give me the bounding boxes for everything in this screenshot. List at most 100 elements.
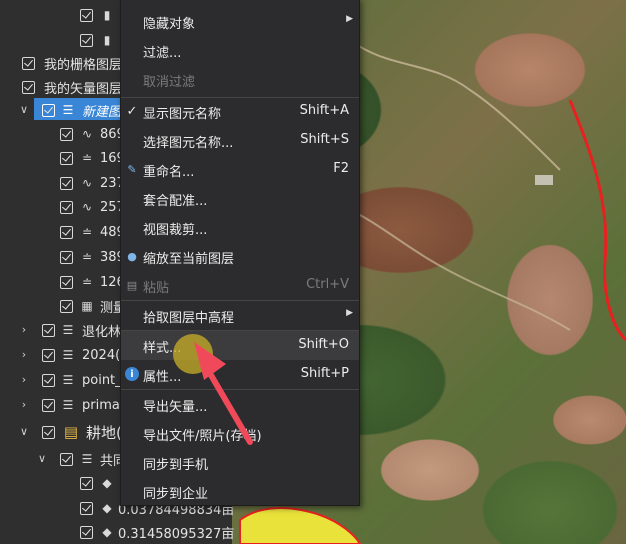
polyline-icon: ∿ (81, 200, 93, 214)
polyline-icon: ∿ (81, 176, 93, 190)
layers-icon: ☰ (62, 103, 74, 117)
layers-icon: ☰ (62, 373, 74, 387)
layer-checkbox[interactable] (60, 225, 73, 239)
menu-item-label: 选择图元名称... (143, 136, 234, 151)
menu-item-shortcut: F2 (333, 161, 349, 176)
submenu-arrow-icon: ▶ (346, 308, 353, 318)
layer-label: 我的矢量图层( (44, 81, 128, 97)
menu-item-label: 属性... (143, 370, 182, 385)
chevron-right-icon[interactable]: › (18, 349, 30, 361)
measure-icon: ▦ (81, 299, 93, 313)
menu-item-registration[interactable]: 套合配准... (121, 184, 359, 213)
info-icon: i (125, 367, 139, 381)
layer-checkbox[interactable] (60, 275, 73, 289)
menu-item-filter[interactable]: 过滤... (121, 36, 359, 65)
menu-item-label: 隐藏对象 (143, 17, 196, 32)
layer-checkbox[interactable] (60, 250, 73, 264)
menu-item-label: 拾取图层中高程 (143, 311, 235, 326)
menu-item-label: 显示图元名称 (143, 107, 222, 122)
polyline-icon: ∿ (81, 127, 93, 141)
chevron-down-icon[interactable]: ∨ (18, 104, 30, 116)
layer-checkbox[interactable] (80, 501, 93, 515)
location-pin-icon: ● (127, 249, 137, 263)
layer-checkbox[interactable] (22, 80, 35, 94)
menu-item-shortcut: Shift+S (300, 132, 349, 147)
ruler-icon: ≐ (81, 225, 93, 239)
menu-item-pick-elevation[interactable]: 拾取图层中高程 ▶ (121, 301, 359, 330)
checkmark-icon: ✓ (126, 103, 138, 119)
boundary-line[interactable] (568, 99, 626, 342)
polygon-icon: ◆ (102, 525, 112, 539)
layer-checkbox[interactable] (60, 200, 73, 214)
layer-checkbox[interactable] (42, 373, 55, 387)
menu-item-label: 视图裁剪... (143, 223, 208, 238)
menu-item-shortcut: Shift+O (298, 337, 349, 352)
menu-item-label: 同步到企业 (143, 487, 209, 502)
folder-icon: ▤ (63, 423, 79, 441)
submenu-arrow-icon: ▶ (346, 14, 353, 24)
layer-label: 新建图 (82, 104, 122, 120)
menu-item-select-names[interactable]: 选择图元名称... Shift+S (121, 126, 359, 155)
layer-label: 0.31458095327亩 (118, 526, 235, 542)
layers-icon: ☰ (62, 323, 74, 337)
menu-item-sync-phone[interactable]: 同步到手机 (121, 448, 359, 477)
layer-label: 我的栅格图层( (44, 57, 128, 73)
menu-item-shortcut: Shift+P (300, 366, 349, 381)
book-icon: ▮ (103, 8, 111, 22)
menu-item-hide-objects[interactable]: 隐藏对象 ▶ (121, 7, 359, 36)
ruler-icon: ≐ (81, 151, 93, 165)
menu-item-rename[interactable]: ✎ 重命名... F2 (121, 155, 359, 184)
menu-item-clear-filter[interactable]: 取消过滤 (121, 65, 359, 94)
menu-item-label: 缩放至当前图层 (143, 252, 235, 267)
menu-item-label: 过滤... (143, 46, 182, 61)
chevron-right-icon[interactable]: › (18, 374, 30, 386)
menu-item-sync-enterprise[interactable]: 同步到企业 (121, 477, 359, 506)
layer-label: 退化林 (82, 324, 122, 340)
layers-icon: ☰ (81, 452, 93, 466)
layer-checkbox[interactable] (42, 323, 55, 337)
road (349, 39, 561, 171)
menu-item-view-clip[interactable]: 视图裁剪... (121, 213, 359, 242)
layer-checkbox[interactable] (80, 33, 93, 47)
building (535, 175, 553, 185)
layer-checkbox[interactable] (42, 348, 55, 362)
menu-item-zoom-to-layer[interactable]: ● 缩放至当前图层 (121, 242, 359, 271)
polygon-icon: ◆ (102, 501, 112, 515)
layer-checkbox[interactable] (60, 452, 73, 466)
layer-checkbox[interactable] (80, 476, 93, 490)
layers-icon: ☰ (62, 348, 74, 362)
menu-item-label: 粘贴 (143, 281, 170, 296)
ruler-icon: ≐ (81, 275, 93, 289)
menu-item-label: 套合配准... (143, 194, 208, 209)
tree-row[interactable]: ◆ 0.31458095327亩 (0, 520, 235, 544)
layer-checkbox[interactable] (80, 525, 93, 539)
menu-item-shortcut: Ctrl+V (306, 277, 349, 292)
chevron-right-icon[interactable]: › (18, 324, 30, 336)
paste-icon: ▤ (126, 278, 138, 292)
field-polygon[interactable] (239, 507, 362, 544)
menu-item-label: 重命名... (143, 165, 195, 180)
layer-label: 耕地( (86, 423, 122, 442)
layer-checkbox[interactable] (60, 176, 73, 190)
ruler-icon: ≐ (81, 250, 93, 264)
layer-checkbox[interactable] (42, 103, 55, 117)
layer-checkbox[interactable] (60, 299, 73, 313)
layer-checkbox[interactable] (22, 56, 35, 70)
layer-checkbox[interactable] (60, 151, 73, 165)
book-icon: ▮ (103, 33, 111, 47)
chevron-right-icon[interactable]: › (18, 399, 30, 411)
layers-icon: ☰ (62, 398, 74, 412)
rename-icon: ✎ (127, 162, 137, 176)
chevron-down-icon[interactable]: ∨ (36, 453, 48, 465)
menu-item-show-names[interactable]: ✓ 显示图元名称 Shift+A (121, 97, 359, 126)
menu-item-label: 同步到手机 (143, 458, 209, 473)
chevron-down-icon[interactable]: ∨ (18, 426, 30, 438)
annotation-arrow-icon (194, 342, 253, 445)
layer-checkbox[interactable] (42, 425, 55, 439)
menu-item-shortcut: Shift+A (299, 103, 349, 118)
layer-checkbox[interactable] (60, 127, 73, 141)
layer-checkbox[interactable] (80, 8, 93, 22)
menu-item-label: 取消过滤 (143, 75, 196, 90)
menu-item-paste[interactable]: ▤ 粘贴 Ctrl+V (121, 271, 359, 300)
layer-checkbox[interactable] (42, 398, 55, 412)
